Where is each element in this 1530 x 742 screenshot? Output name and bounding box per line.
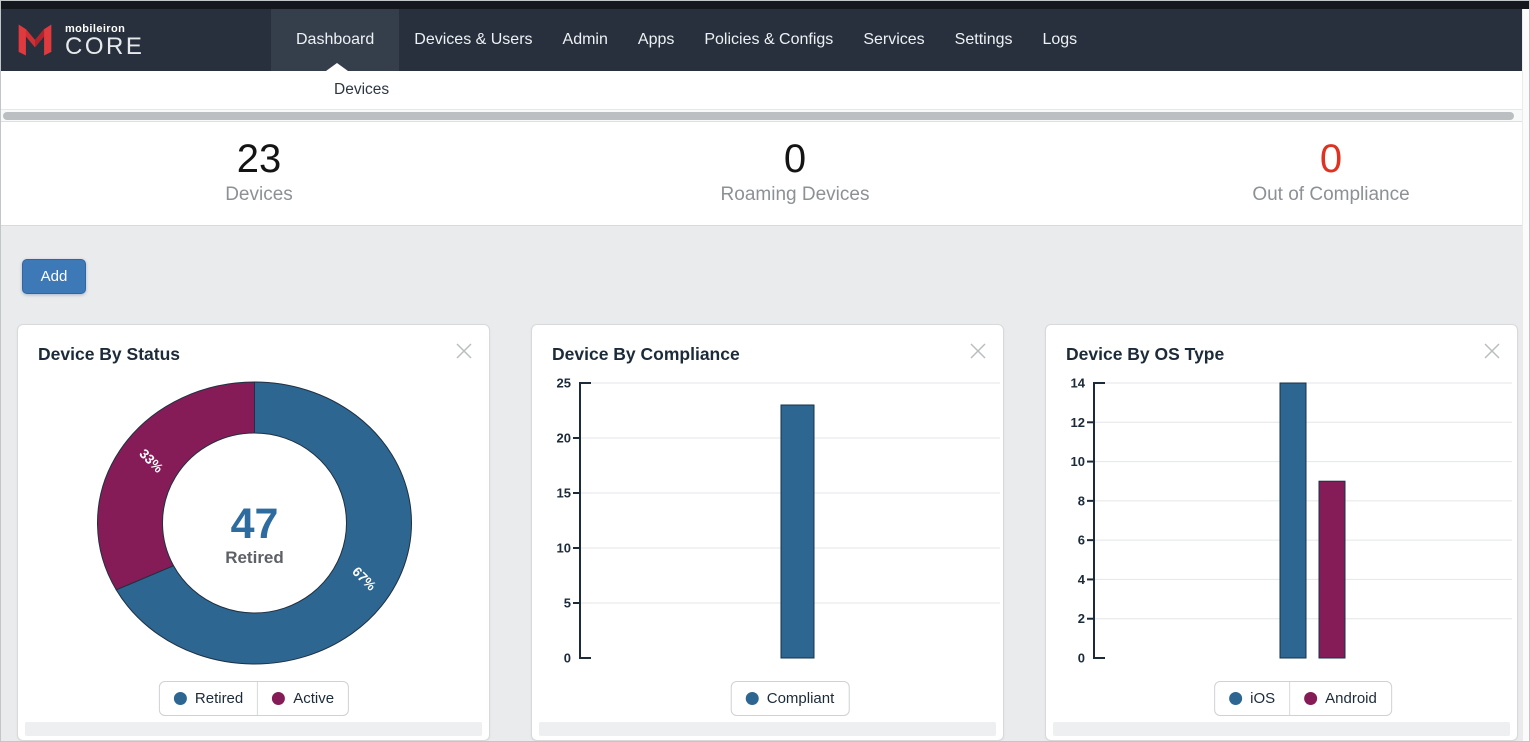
dashboard-content: Add Device By Status 67%33%47Retired Ret… <box>1 227 1522 741</box>
device-by-status-legend: Retired Active <box>159 681 349 716</box>
stat-label: Roaming Devices <box>721 184 870 206</box>
nav-item-apps[interactable]: Apps <box>623 9 689 71</box>
y-tick-label: 2 <box>1078 611 1085 626</box>
stat-devices: 23 Devices <box>225 137 293 206</box>
legend-label: Android <box>1325 690 1377 707</box>
bar-ios <box>1280 383 1306 658</box>
y-tick-label: 12 <box>1071 415 1085 430</box>
legend-item-compliant[interactable]: Compliant <box>732 682 849 715</box>
y-tick-label: 8 <box>1078 493 1085 508</box>
legend-label: Active <box>293 690 334 707</box>
donut-slice-active <box>97 382 254 590</box>
y-tick-label: 20 <box>557 431 571 446</box>
y-tick-label: 10 <box>1071 454 1085 469</box>
vertical-scrollbar-track <box>1522 9 1529 741</box>
subnav-bar: Devices <box>1 71 1522 109</box>
device-by-os-type-legend: iOS Android <box>1214 681 1392 716</box>
nav-item-logs[interactable]: Logs <box>1027 9 1092 71</box>
legend-item-retired[interactable]: Retired <box>160 682 257 715</box>
nav-item-devices-users[interactable]: Devices & Users <box>399 9 547 71</box>
window-top-strip <box>1 1 1529 9</box>
stat-out-of-compliance: 0 Out of Compliance <box>1252 137 1409 206</box>
card-device-by-os-type: Device By OS Type 14 12 10 8 6 4 2 0 iOS Android <box>1045 324 1518 741</box>
bar-android <box>1319 481 1345 658</box>
active-tab-notch <box>326 63 348 71</box>
y-tick-label: 14 <box>1071 376 1086 391</box>
legend-dot-icon <box>272 692 285 705</box>
card-title: Device By Compliance <box>552 344 740 365</box>
nav-item-services[interactable]: Services <box>848 9 939 71</box>
stat-value: 23 <box>225 137 293 181</box>
card-device-by-status: Device By Status 67%33%47Retired Retired… <box>17 324 490 741</box>
y-tick-label: 0 <box>1078 651 1085 666</box>
stat-label: Devices <box>225 184 293 206</box>
stat-value: 0 <box>1252 137 1409 181</box>
brand-product-name: CORE <box>65 35 144 58</box>
donut-percent-label: 33% <box>136 446 166 476</box>
legend-dot-icon <box>1229 692 1242 705</box>
card-footer <box>1053 722 1510 736</box>
add-button[interactable]: Add <box>22 259 86 294</box>
device-by-compliance-bar-chart: 25 20 15 10 5 0 <box>532 325 1005 740</box>
main-navbar: mobileiron CORE DashboardDevices & Users… <box>1 9 1522 71</box>
donut-center-label: Retired <box>225 548 284 567</box>
nav-item-policies-configs[interactable]: Policies & Configs <box>689 9 848 71</box>
stats-row: 23 Devices 0 Roaming Devices 0 Out of Complia… <box>1 122 1522 226</box>
horizontal-scrollbar-track <box>1 109 1522 122</box>
nav-item-settings[interactable]: Settings <box>940 9 1028 71</box>
cards-row: Device By Status 67%33%47Retired Retired… <box>17 324 1518 741</box>
device-by-os-type-bar-chart: 14 12 10 8 6 4 2 0 <box>1046 325 1519 740</box>
legend-item-active[interactable]: Active <box>257 682 348 715</box>
legend-item-android[interactable]: Android <box>1289 682 1391 715</box>
legend-item-ios[interactable]: iOS <box>1215 682 1289 715</box>
card-device-by-compliance: Device By Compliance 25 20 15 10 5 0 Complian… <box>531 324 1004 741</box>
bar-compliant <box>781 405 814 658</box>
card-footer <box>539 722 996 736</box>
donut-percent-label: 67% <box>349 564 379 594</box>
mobileiron-m-icon <box>15 21 55 59</box>
subnav-item-devices[interactable]: Devices <box>334 81 389 99</box>
donut-center-value: 47 <box>231 500 279 548</box>
legend-label: Compliant <box>767 690 835 707</box>
legend-label: Retired <box>195 690 243 707</box>
close-icon[interactable] <box>1479 339 1505 365</box>
stat-label: Out of Compliance <box>1252 184 1409 206</box>
card-footer <box>25 722 482 736</box>
device-by-status-donut-chart: 67%33%47Retired <box>18 325 491 740</box>
nav-item-dashboard[interactable]: Dashboard <box>271 9 399 71</box>
y-tick-label: 10 <box>557 541 571 556</box>
close-icon[interactable] <box>965 339 991 365</box>
y-tick-label: 15 <box>557 486 571 501</box>
stat-roaming-devices: 0 Roaming Devices <box>721 137 870 206</box>
y-tick-label: 25 <box>557 376 571 391</box>
card-title: Device By OS Type <box>1066 344 1224 365</box>
y-tick-label: 4 <box>1078 572 1086 587</box>
donut-slice-retired <box>116 382 411 664</box>
device-by-compliance-legend: Compliant <box>731 681 850 716</box>
brand-logo: mobileiron CORE <box>1 9 271 71</box>
brand-text: mobileiron CORE <box>65 23 144 58</box>
legend-dot-icon <box>174 692 187 705</box>
legend-label: iOS <box>1250 690 1275 707</box>
nav-item-admin[interactable]: Admin <box>548 9 623 71</box>
card-title: Device By Status <box>38 344 180 365</box>
stat-value: 0 <box>721 137 870 181</box>
y-tick-label: 6 <box>1078 533 1085 548</box>
y-tick-label: 5 <box>564 596 571 611</box>
main-nav: DashboardDevices & UsersAdminAppsPolicie… <box>271 9 1092 71</box>
close-icon[interactable] <box>451 339 477 365</box>
y-tick-label: 0 <box>564 651 571 666</box>
mobileiron-core-window: mobileiron CORE DashboardDevices & Users… <box>0 0 1530 742</box>
legend-dot-icon <box>1304 692 1317 705</box>
legend-dot-icon <box>746 692 759 705</box>
horizontal-scrollbar-thumb[interactable] <box>3 112 1514 120</box>
